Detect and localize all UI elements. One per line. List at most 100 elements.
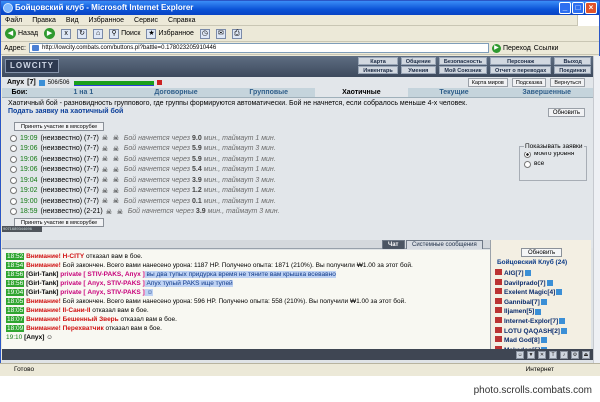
- tab-system-messages[interactable]: Системные сообщения: [406, 240, 483, 249]
- radio-all[interactable]: [524, 160, 531, 168]
- history-button[interactable]: ◷: [199, 28, 210, 39]
- nav-item[interactable]: Карта: [358, 57, 398, 65]
- return-button[interactable]: Вернуться: [550, 78, 585, 87]
- chat-prefix[interactable]: Внимание!: [26, 298, 61, 305]
- go-button[interactable]: ▶ Переход: [491, 43, 531, 53]
- chat-name[interactable]: private [ Апух, STIV-PAKS ]: [60, 280, 144, 287]
- chat-prefix[interactable]: [Girl-Tank]: [26, 280, 58, 287]
- private-icon[interactable]: [495, 326, 502, 333]
- home-button[interactable]: ⌂: [93, 28, 104, 39]
- nav-item[interactable]: Общение: [400, 57, 436, 65]
- page-scrollbar[interactable]: [593, 56, 600, 363]
- chat-prefix[interactable]: Внимание!: [26, 262, 61, 269]
- chat-prefix[interactable]: [Girl-Tank]: [26, 289, 58, 296]
- nav-item[interactable]: Выход: [554, 57, 591, 65]
- back-button[interactable]: ◀ Назад: [5, 28, 38, 39]
- request-row[interactable]: 19:04 (неизвестно) (7-7) ☠ ☠ Бой начнется…: [10, 175, 587, 186]
- nav-item[interactable]: Мой Союзник: [438, 66, 488, 74]
- tab-group[interactable]: Групповые: [222, 88, 315, 97]
- nav-item[interactable]: Отчет о переводах: [490, 66, 552, 74]
- tab-1v1[interactable]: 1 на 1: [37, 88, 130, 97]
- chat-prefix[interactable]: Внимание!: [26, 325, 61, 332]
- private-icon[interactable]: [495, 288, 502, 295]
- mail-button[interactable]: ✉: [215, 28, 226, 39]
- request-row[interactable]: 18:59 (неизвестно) (2-21) ☠ ☠ Бой начнетс…: [10, 207, 587, 218]
- sound-icon[interactable]: ♪: [560, 350, 568, 359]
- request-row[interactable]: 19:02 (неизвестно) (7-7) ☠ ☠ Бой начнется…: [10, 186, 587, 197]
- chat-name[interactable]: Бешенный Зверь: [63, 316, 119, 323]
- private-icon[interactable]: [495, 297, 502, 304]
- request-radio[interactable]: [10, 208, 17, 216]
- info-icon[interactable]: [540, 299, 547, 306]
- tab-chaotic[interactable]: Хаотичные: [315, 88, 408, 97]
- request-row[interactable]: 19:09 (неизвестно) (7-7) ☠ ☠ Бой начнется…: [10, 133, 587, 144]
- forward-button[interactable]: ▶: [44, 28, 56, 39]
- exit-icon[interactable]: ⏏: [582, 350, 590, 359]
- nav-item[interactable]: Умения: [400, 66, 436, 74]
- online-refresh-button[interactable]: Обновить: [521, 248, 563, 257]
- tab-current[interactable]: Текущие: [408, 88, 501, 97]
- request-radio[interactable]: [10, 176, 17, 184]
- tab-finished[interactable]: Завершенные: [500, 88, 593, 97]
- address-input[interactable]: http://lowcity.combats.com/buttons.pl?ba…: [28, 43, 489, 53]
- chat-name[interactable]: Перехватчик: [63, 325, 104, 332]
- request-row[interactable]: 19:00 (неизвестно) (7-7) ☠ ☠ Бой начнется…: [10, 196, 587, 207]
- smile-icon[interactable]: ☺: [516, 350, 524, 359]
- filter-icon[interactable]: ▼: [527, 350, 535, 359]
- join-button-top[interactable]: Принять участие в мясорубке: [14, 122, 105, 131]
- menu-view[interactable]: Вид: [66, 15, 79, 25]
- menu-file[interactable]: Файл: [5, 15, 22, 25]
- online-person[interactable]: AIG[7]: [495, 269, 567, 279]
- online-person[interactable]: Gannibal[7]: [495, 297, 567, 308]
- chat-prefix[interactable]: Внимание!: [26, 253, 61, 260]
- clear-icon[interactable]: ✕: [538, 350, 546, 359]
- request-row[interactable]: 19:06 (неизвестно) (7-7) ☠ ☠ Бой начнется…: [10, 165, 587, 176]
- request-radio[interactable]: [10, 166, 17, 174]
- chat-prefix[interactable]: [Апух]: [24, 334, 44, 341]
- private-icon[interactable]: [495, 307, 502, 314]
- menu-tools[interactable]: Сервис: [134, 15, 158, 25]
- nav-item[interactable]: Поединки: [554, 66, 591, 74]
- chat-name[interactable]: private [ STIV-PAKS, Апух ]: [60, 271, 144, 278]
- favorites-button[interactable]: ★ Избранное: [146, 28, 194, 39]
- close-button[interactable]: ×: [585, 2, 597, 14]
- info-icon[interactable]: [524, 270, 531, 277]
- request-radio[interactable]: [10, 187, 17, 195]
- menu-help[interactable]: Справка: [168, 15, 195, 25]
- request-row[interactable]: 19:06 (неизвестно) (7-7) ☠ ☠ Бой начнется…: [10, 144, 587, 155]
- online-person[interactable]: Internet-Explor[7]: [495, 316, 567, 327]
- tab-contract[interactable]: Договорные: [130, 88, 223, 97]
- request-radio[interactable]: [10, 145, 17, 153]
- private-icon[interactable]: [495, 269, 502, 275]
- refresh-button[interactable]: Обновить: [547, 108, 585, 117]
- refresh-button[interactable]: ↻: [77, 28, 88, 39]
- info-icon[interactable]: [546, 279, 553, 286]
- request-radio[interactable]: [10, 155, 17, 163]
- info-icon[interactable]: [540, 337, 547, 344]
- chat-name[interactable]: private [ Апух, STIV-PAKS ]: [60, 289, 144, 296]
- online-person[interactable]: Iljamen[5]: [495, 307, 567, 317]
- nav-item[interactable]: Персонаж: [490, 57, 552, 65]
- print-button[interactable]: ⎙: [231, 28, 242, 39]
- info-icon[interactable]: [535, 308, 542, 315]
- apply-link[interactable]: Подать заявку на хаотичный бой: [8, 108, 587, 116]
- settings-icon[interactable]: ⚙: [571, 350, 579, 359]
- tab-chat[interactable]: Чат: [382, 240, 405, 249]
- stop-button[interactable]: x: [61, 28, 72, 39]
- links-button[interactable]: Ссылки: [534, 45, 559, 52]
- info-icon[interactable]: [559, 318, 566, 325]
- nav-item[interactable]: Инвентарь: [358, 66, 398, 74]
- nav-item[interactable]: Безопасность: [438, 57, 488, 65]
- chat-prefix[interactable]: Внимание!: [26, 316, 61, 323]
- info-icon[interactable]: [38, 79, 45, 86]
- maximize-button[interactable]: □: [572, 2, 584, 14]
- request-radio[interactable]: [10, 197, 17, 205]
- menu-favorites[interactable]: Избранное: [89, 15, 124, 25]
- minimize-button[interactable]: _: [559, 2, 571, 14]
- user-name[interactable]: Апух: [7, 79, 24, 86]
- translit-icon[interactable]: T: [549, 350, 557, 359]
- private-icon[interactable]: [495, 278, 502, 285]
- chat-name[interactable]: II-Сани-II: [63, 307, 91, 314]
- online-person[interactable]: LOTU QAQASH[2]: [495, 326, 567, 337]
- info-icon[interactable]: [560, 327, 567, 334]
